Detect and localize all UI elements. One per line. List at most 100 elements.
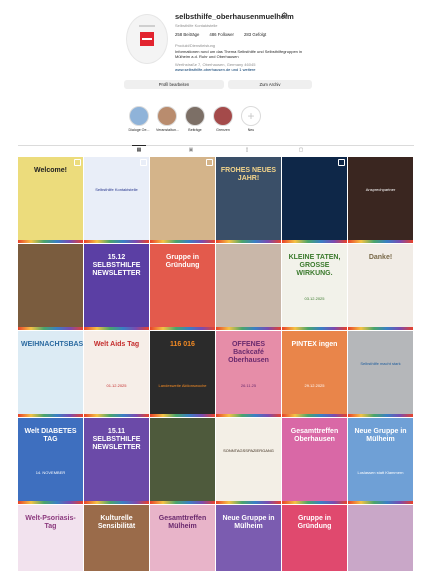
- post-tile[interactable]: [216, 244, 281, 330]
- post-subtitle: Selbsthilfe Kontaktstelle: [95, 187, 138, 192]
- post-title: FROHES NEUES JAHR!: [220, 167, 277, 182]
- color-strip: [150, 501, 215, 504]
- profile-avatar[interactable]: [126, 14, 168, 64]
- color-strip: [282, 240, 347, 243]
- profile-link[interactable]: www.selbsthilfe-oberhausen.de und 1 weit…: [175, 67, 256, 72]
- settings-gear-icon[interactable]: ⚙: [281, 11, 288, 20]
- pinned-icon: [74, 159, 81, 166]
- post-title: KLEINE TATEN, GROSSE WIRKUNG.: [288, 254, 341, 277]
- bio-line: Mülheim a.d. Ruhr und Oberhausen: [175, 54, 239, 59]
- post-tile[interactable]: Gruppe in Gründung: [150, 244, 215, 330]
- post-tile[interactable]: FROHES NEUES JAHR!: [216, 157, 281, 243]
- highlight-label: Grenzen: [216, 128, 230, 132]
- post-tile[interactable]: Ansprechpartner: [348, 157, 413, 243]
- post-tile[interactable]: 15.11 SELBSTHILFE NEWSLETTER: [84, 418, 149, 504]
- highlight-cover: [213, 106, 233, 126]
- post-tile[interactable]: 116 016 Landesweite Aktionswoche: [150, 331, 215, 417]
- color-strip: [150, 327, 215, 330]
- color-strip: [150, 240, 215, 243]
- following-count[interactable]: 283 Gefolgt: [244, 32, 266, 37]
- post-title: PINTEX ingen: [291, 341, 338, 348]
- post-title: Gruppe in Gründung: [165, 254, 200, 269]
- post-subtitle: Ansprechpartner: [365, 187, 396, 192]
- post-tile[interactable]: OFFENES Backcafé Oberhausen 26.11.25: [216, 331, 281, 417]
- color-strip: [84, 501, 149, 504]
- highlight-item[interactable]: Beiträge: [184, 106, 206, 132]
- post-title: Gruppe in Gründung: [297, 515, 332, 530]
- color-strip: [18, 240, 83, 243]
- post-tile[interactable]: Gesamttreffen Oberhausen: [282, 418, 347, 504]
- post-subtitle: 26.11.25: [240, 383, 257, 388]
- post-title: 15.11 SELBSTHILFE NEWSLETTER: [92, 428, 141, 451]
- post-subtitle: Selbsthilfe macht stark: [360, 361, 401, 366]
- post-title: Welt Aids Tag: [93, 341, 140, 348]
- archive-button[interactable]: Zum Archiv: [228, 80, 312, 89]
- color-strip: [84, 240, 149, 243]
- pinned-icon: [140, 159, 147, 166]
- post-title: Neue Gruppe in Mülheim: [354, 428, 407, 443]
- highlight-label: Beiträge: [188, 128, 202, 132]
- tagged-icon[interactable]: ▢: [298, 148, 304, 153]
- post-tile[interactable]: Gesamttreffen Mülheim: [150, 505, 215, 571]
- highlight-label: Neu: [247, 128, 255, 132]
- post-title: Danke!: [368, 254, 393, 261]
- highlight-label: Dialoge Oe...: [128, 128, 150, 132]
- color-strip: [216, 240, 281, 243]
- post-tile[interactable]: 15.12 SELBSTHILFE NEWSLETTER: [84, 244, 149, 330]
- profile-username: selbsthilfe_oberhausenmuelheim: [175, 12, 294, 21]
- post-tile[interactable]: [348, 505, 413, 571]
- color-strip: [216, 327, 281, 330]
- post-tile[interactable]: [282, 157, 347, 243]
- color-strip: [150, 414, 215, 417]
- pinned-icon: [206, 159, 213, 166]
- color-strip: [216, 501, 281, 504]
- color-strip: [348, 240, 413, 243]
- post-tile[interactable]: WEIHNACHTSBASTELN: [18, 331, 83, 417]
- grid-icon[interactable]: ▦: [132, 145, 146, 153]
- post-title: Kulturelle Sensibilität: [97, 515, 136, 530]
- post-tile[interactable]: [150, 418, 215, 504]
- post-tile[interactable]: Kulturelle Sensibilität: [84, 505, 149, 571]
- post-title: Welcome!: [34, 167, 67, 174]
- post-tile[interactable]: Welt-Psoriasis-Tag: [18, 505, 83, 571]
- color-strip: [84, 414, 149, 417]
- post-tile[interactable]: [18, 244, 83, 330]
- post-tile[interactable]: Welt Aids Tag 01.12.2025: [84, 331, 149, 417]
- post-title: 116 016: [170, 341, 195, 348]
- post-tile[interactable]: KLEINE TATEN, GROSSE WIRKUNG. 03.12.2025: [282, 244, 347, 330]
- highlight-cover: [185, 106, 205, 126]
- followers-count[interactable]: 486 Follower: [209, 32, 234, 37]
- post-tile[interactable]: Welcome!: [18, 157, 83, 243]
- post-title: Gesamttreffen Oberhausen: [290, 428, 339, 443]
- post-tile[interactable]: SONNTAGSSPAZIERGANG: [216, 418, 281, 504]
- posts-count: 258 Beiträge: [175, 32, 200, 37]
- post-tile[interactable]: PINTEX ingen 29.12.2025: [282, 331, 347, 417]
- post-tile[interactable]: [150, 157, 215, 243]
- reels-icon[interactable]: ▣: [188, 148, 194, 153]
- edit-profile-button[interactable]: Profil bearbeiten: [124, 80, 224, 89]
- highlight-cover: [157, 106, 177, 126]
- saved-icon[interactable]: ▯: [244, 148, 250, 153]
- post-tile[interactable]: Danke!: [348, 244, 413, 330]
- post-tile[interactable]: Gruppe in Gründung: [282, 505, 347, 571]
- post-tile[interactable]: Neue Gruppe in Mülheim Loslassen statt Kl…: [348, 418, 413, 504]
- post-title: Welt-Psoriasis-Tag: [25, 515, 76, 530]
- profile-subname: Selbsthilfe Kontaktstelle: [175, 23, 218, 28]
- post-subtitle: SONNTAGSSPAZIERGANG: [223, 448, 274, 453]
- highlight-item[interactable]: + Neu: [240, 106, 262, 132]
- color-strip: [216, 414, 281, 417]
- highlight-item[interactable]: Dialoge Oe...: [128, 106, 150, 132]
- post-tile[interactable]: Selbsthilfe Kontaktstelle: [84, 157, 149, 243]
- color-strip: [18, 414, 83, 417]
- color-strip: [348, 414, 413, 417]
- post-title: Gesamttreffen Mülheim: [158, 515, 207, 530]
- highlight-cover: [129, 106, 149, 126]
- highlight-item[interactable]: Grenzen: [212, 106, 234, 132]
- logo-bar: [139, 25, 155, 27]
- post-title: 15.12 SELBSTHILFE NEWSLETTER: [92, 254, 141, 277]
- post-tile[interactable]: Selbsthilfe macht stark: [348, 331, 413, 417]
- post-tile[interactable]: Welt DIABETES TAG 14. NOVEMBER: [18, 418, 83, 504]
- post-title: Welt DIABETES TAG: [24, 428, 77, 443]
- post-tile[interactable]: Neue Gruppe in Mülheim: [216, 505, 281, 571]
- highlight-item[interactable]: Veranstaltun...: [156, 106, 179, 132]
